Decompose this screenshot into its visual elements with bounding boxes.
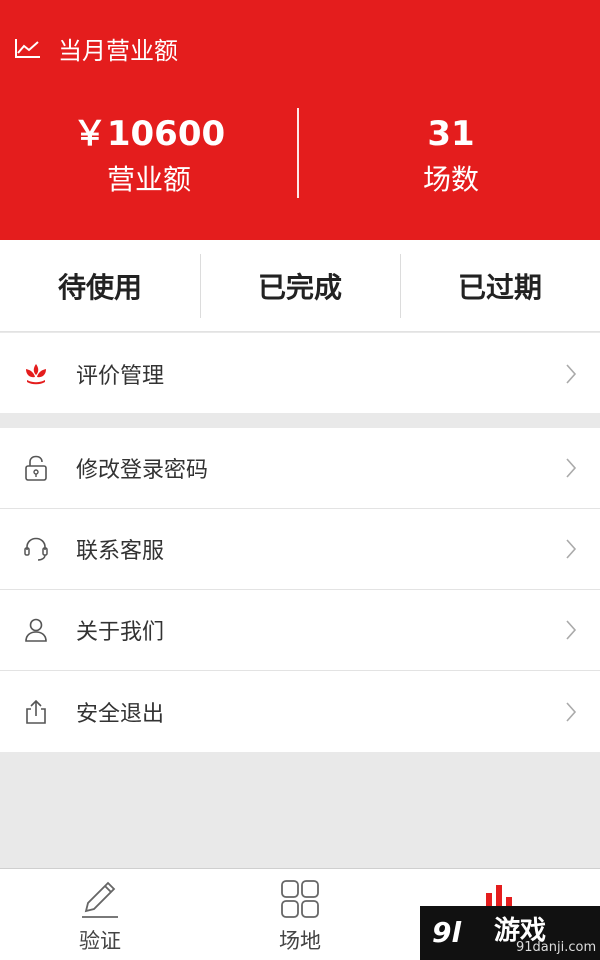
headset-icon xyxy=(22,535,50,563)
menu-item-change-password[interactable]: 修改登录密码 xyxy=(0,428,600,509)
lock-icon xyxy=(22,454,50,482)
revenue-stat: ￥10600 营业额 xyxy=(0,110,298,200)
menu-item-review-management[interactable]: 评价管理 xyxy=(0,333,600,414)
menu-item-label: 安全退出 xyxy=(76,701,165,727)
flower-icon xyxy=(22,360,50,388)
chevron-right-icon xyxy=(566,620,577,640)
tab-completed[interactable]: 已完成 xyxy=(200,240,400,331)
chevron-right-icon xyxy=(566,701,577,722)
revenue-value: ￥10600 xyxy=(72,114,226,154)
grid-icon xyxy=(281,880,319,918)
header-title-row: 当月营业额 xyxy=(14,30,178,66)
pen-icon xyxy=(82,881,118,918)
menu-item-logout[interactable]: 安全退出 xyxy=(0,671,600,752)
share-exit-icon xyxy=(22,698,50,726)
menu-item-label: 修改登录密码 xyxy=(76,458,209,483)
order-status-tabs: 待使用 已完成 已过期 xyxy=(0,240,600,332)
menu-item-label: 评价管理 xyxy=(76,363,165,389)
menu-item-label: 联系客服 xyxy=(76,539,165,564)
sessions-value: 31 xyxy=(427,114,475,154)
tabbar-item-venue[interactable]: 场地 xyxy=(200,869,400,960)
tabbar-item-verify[interactable]: 验证 xyxy=(0,869,200,960)
tab-pending[interactable]: 待使用 xyxy=(0,240,200,331)
header-title: 当月营业额 xyxy=(58,36,178,65)
revenue-label: 营业额 xyxy=(106,163,191,196)
tab-expired[interactable]: 已过期 xyxy=(400,240,600,331)
site-watermark: 9l 游戏 91danji.com xyxy=(420,906,600,960)
watermark-url: 91danji.com xyxy=(516,940,597,955)
chevron-right-icon xyxy=(566,458,577,478)
menu-item-label: 关于我们 xyxy=(76,620,165,645)
user-icon xyxy=(22,616,50,644)
menu-group-primary: 评价管理 xyxy=(0,333,600,413)
tabbar-label: 验证 xyxy=(79,929,121,953)
revenue-header: 当月营业额 ￥10600 营业额 31 场数 xyxy=(0,0,600,240)
sessions-label: 场数 xyxy=(422,163,479,196)
tabbar-label: 场地 xyxy=(279,929,321,953)
sessions-stat: 31 场数 xyxy=(302,110,600,200)
menu-group-secondary: 修改登录密码 联系客服 关于我们 安全退出 xyxy=(0,428,600,752)
chevron-right-icon xyxy=(566,539,577,559)
chevron-right-icon xyxy=(566,363,577,384)
menu-item-about-us[interactable]: 关于我们 xyxy=(0,590,600,671)
stat-divider xyxy=(297,108,299,198)
watermark-logo: 9l xyxy=(432,916,462,949)
trend-line-icon xyxy=(15,39,40,58)
menu-item-contact-support[interactable]: 联系客服 xyxy=(0,509,600,590)
